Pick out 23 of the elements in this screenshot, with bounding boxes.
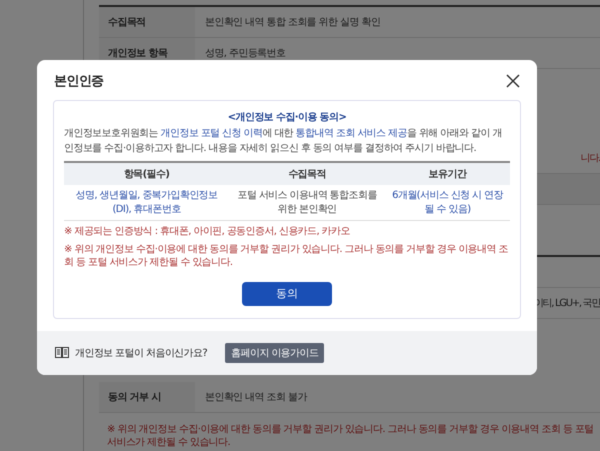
notice-text-fragment: 니다. <box>580 152 600 165</box>
modal-title: 본인인증 <box>54 73 104 90</box>
notice-text: ※ 위의 개인정보 수집·이용에 대한 동의를 거부할 권리가 있습니다. 그러나 동의를 거부할 경우 이용내역 조회 등 포털 서비스가 제한될 수 있습니다. <box>107 423 595 449</box>
close-icon[interactable] <box>506 74 520 88</box>
footer-question: 개인정보 포털이 처음이신가요? <box>75 346 208 360</box>
column-header: 보유기간 <box>385 162 510 185</box>
row-label: 수집목적 <box>99 7 195 37</box>
book-icon <box>55 347 69 358</box>
intro-text: 개인정보보호위원회는 개인정보 포털 신청 이력에 대한 통합내역 조회 서비스 제공을 위해 아래와 같이 개인정보를 수집·이용하고자 합니다. 내용을 자세히 읽으신 후 동의 여부를 결정하여 주시기 바랍니다. <box>64 127 503 156</box>
row-label: 동의 거부 시 <box>99 382 195 412</box>
column-header: 수집목적 <box>229 162 386 185</box>
row-value: 본인확인 내역 통합 조회를 위한 실명 확인 <box>204 16 380 29</box>
table-cell: 성명, 생년월일, 중복가입확인정보(DI), 휴대폰번호 <box>64 185 230 220</box>
guide-button[interactable]: 홈페이지 이용가이드 <box>225 342 324 362</box>
consent-heading: <개인정보 수집·이용 동의> <box>226 111 348 124</box>
row-value: 본인확인 내역 조회 불가 <box>204 391 307 404</box>
notice-text: ※ 제공되는 인증방식 : 휴대폰, 아이핀, 공동인증서, 신용카드, 카카오 <box>64 225 351 238</box>
notice-text: ※ 위의 개인정보 수집·이용에 대한 동의를 거부할 권리가 있습니다. 그러나 동의를 거부할 경우 이용내역 조회 등 포털 서비스가 제한될 수 있습니다. <box>64 242 509 270</box>
table-cell: 6개월(서비스 신청 시 연장될 수 있음) <box>385 185 510 220</box>
row-value: 성명, 주민등록번호 <box>204 47 286 60</box>
column-header: 항목(필수) <box>64 162 230 185</box>
table-cell: 포털 서비스 이용내역 통합조회를 위한 본인확인 <box>229 185 386 220</box>
agree-button[interactable]: 동의 <box>242 282 332 306</box>
